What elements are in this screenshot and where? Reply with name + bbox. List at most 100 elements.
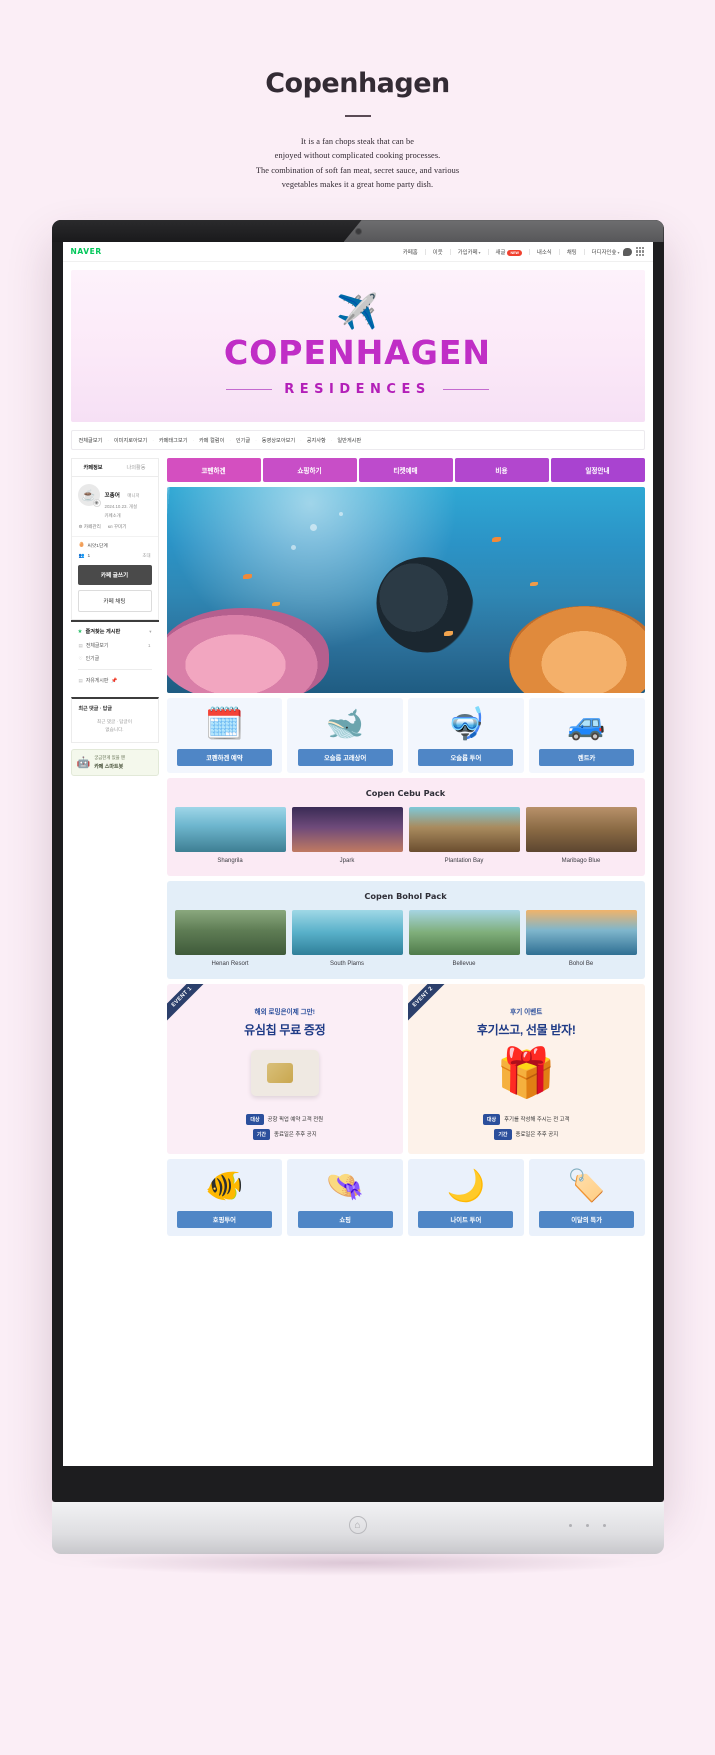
sidebar-tabs: 카페정보 나의활동 [71,459,158,478]
pack-caption: Plantation Bay [444,857,484,864]
tab-2[interactable]: 티켓예매 [358,458,453,483]
nav-separator: · [107,437,109,443]
hero-image[interactable] [166,487,645,694]
chevron-down-icon[interactable]: ▾ [149,629,151,635]
member-level-label: 씨앗1단계 [87,544,108,550]
smartbot-banner[interactable]: 🤖 궁금한게 있을 땐 카페 스마트봇 [70,748,159,776]
favorites-header[interactable]: ★ 즐겨찾는 게시판 ▾ [70,620,159,639]
sim-card-graphic [250,1049,319,1096]
bottom-card-1[interactable]: 👒 쇼핑 [287,1158,403,1237]
chat-icon[interactable] [622,247,632,256]
pack-item-1[interactable]: South Plams [291,909,403,967]
favorites-title: 즐겨찾는 게시판 [85,629,121,636]
cafe-chat-button[interactable]: 카페 채팅 [77,590,152,613]
quick-card-1[interactable]: 🐋 오슬롭 고래상어 [287,698,403,773]
recent-comments-empty: 최근 댓글 · 답글이 없습니다. [79,712,151,736]
sidebar-manage-link-0[interactable]: ⚙ 카페관리 [79,524,101,530]
home-button-icon[interactable]: ⌂ [348,1516,367,1535]
tab-3[interactable]: 비용 [454,458,549,483]
tab-1[interactable]: 쇼핑하기 [262,458,357,483]
title-divider [344,115,371,117]
recent-comments-title: 최근 댓글 · 답글 [78,706,112,713]
device-mockup: NAVER 카페홈 이웃 가입카페▾ 새글 NEW 내소식 채팅 더디자인숲▾ ✈️ COPE… [51,220,664,1577]
board-item-0[interactable]: ▤ 전체글보기 1 [71,639,159,652]
device-chin: ⌂ [51,1502,664,1555]
nav-separator: · [255,437,257,443]
pack-thumbnail [174,909,286,955]
pack-row: Shangrila Jpark Plantation Bay Maribago Blu… [174,806,637,864]
intro-description: It is a fan chops steak that can be enjoy… [0,135,715,192]
pack-caption: Shangrila [217,857,243,864]
pack-caption: Bellevue [452,960,476,967]
bottom-card-2[interactable]: 🌙 나이트 투어 [408,1158,524,1237]
menu-separator [528,248,530,255]
board-item-free[interactable]: ▤ 자유게시판 📌 [71,674,159,691]
sidebar-manage-link-1[interactable]: кл 꾸미기 [108,524,127,530]
cafe-nav-item-5[interactable]: 동영상모아보기 [262,437,295,444]
grid-menu-icon[interactable] [635,247,645,257]
bottom-card-0[interactable]: 🐠 호핑투어 [166,1158,283,1237]
pack-item-2[interactable]: Bellevue [408,909,520,967]
event-card-2[interactable]: EVENT 2 후기 이벤트 후기쓰고, 선물 받자! 🎁 대상 후기를 작성해 주시는 … [408,983,645,1154]
intro-section: Copenhagen It is a fan chops steak that … [0,0,715,192]
naver-menu-item-1[interactable]: 이웃 [433,248,443,256]
naver-menu-item-5[interactable]: 채팅 [567,248,577,256]
cafe-nav-item-0[interactable]: 전체글보기 [79,437,103,444]
naver-menu-item-0[interactable]: 카페홈 [403,248,418,256]
event-card-1[interactable]: EVENT 1 해외 로밍은이제 그만! 유심칩 무료 증정 대상 공항 픽업 예약 고… [166,983,403,1154]
avatar[interactable]: ☕ ◉ [77,484,101,508]
naver-logo[interactable]: NAVER [71,247,102,256]
cafe-nav-item-3[interactable]: 카페 컬럼이 [199,437,224,444]
pack-section-bohol: Copen Bohol Pack Henan Resort South Plams B… [166,880,645,979]
tab-0[interactable]: 코펜하겐 [166,458,261,483]
naver-menu-item-4[interactable]: 내소식 [537,248,552,256]
pack-item-3[interactable]: Maribago Blue [525,806,637,864]
nav-separator: · [300,437,302,443]
cafe-nav-item-2[interactable]: 카페태그보기 [159,437,188,444]
chevron-down-icon[interactable]: ▾ [479,250,481,255]
pack-item-3[interactable]: Bohol Be [525,909,637,967]
quick-card-2[interactable]: 🤿 오슬롭 투어 [408,698,524,773]
cafe-nav-item-4[interactable]: 인기글 [236,437,250,444]
naver-menu-item-2[interactable]: 가입카페▾ [458,248,481,256]
invite-link[interactable]: 초대 [142,553,150,559]
event-text: 공항 픽업 예약 고객 전원 [267,1117,324,1124]
event-ribbon: EVENT 2 [408,983,450,1024]
card-label: 쇼핑 [297,1211,393,1229]
members-icon: 👥 [78,553,85,559]
board-item-1[interactable]: ♡ 인기글 [71,652,159,665]
pack-title: Copen Bohol Pack [364,890,447,901]
event-detail-row-1: 기간 종료일은 추후 공지 [416,1128,637,1140]
cafe-nav-item-7[interactable]: 일반게시판 [337,437,361,444]
pack-item-0[interactable]: Henan Resort [174,909,286,967]
cafe-profile: ☕ ◉ 꼬총어 매니저 2024.10.23. 개설 카페소개 [72,477,158,524]
pack-item-1[interactable]: Jpark [291,806,403,864]
quick-card-3[interactable]: 🚙 렌트카 [528,698,645,773]
quick-card-0[interactable]: 🗓️ 코펜하겐 예약 [166,698,283,773]
event-title: 유심칩 무료 증정 [244,1022,326,1037]
bottom-card-3[interactable]: 🏷️ 이달의 특가 [528,1158,645,1237]
pack-item-2[interactable]: Plantation Bay [408,806,520,864]
card-label: 오슬롭 투어 [418,748,514,766]
pack-thumbnail [291,806,403,852]
tab-4[interactable]: 일정안내 [550,458,645,483]
recent-comments-panel: 최근 댓글 · 답글 최근 댓글 · 답글이 없습니다. [70,697,159,743]
event-text: 종료일은 추후 공지 [274,1132,317,1139]
profile-about-link[interactable]: 카페소개 [105,513,140,520]
intro-line: It is a fan chops steak that can be [300,137,415,146]
new-badge: NEW [507,249,522,256]
sidebar-tab-1[interactable]: 나의활동 [115,459,158,476]
card-icon: 🐠 [205,1167,244,1203]
card-label: 오슬롭 고래상어 [297,748,393,766]
cafe-nav-item-1[interactable]: 이미지로아보기 [114,437,147,444]
event-tag: 기간 [494,1128,512,1140]
device-shadow [73,1550,642,1577]
chevron-down-icon[interactable]: ▾ [617,250,619,255]
naver-menu-item-6[interactable]: 더디자인숲▾ [592,248,620,256]
pack-item-0[interactable]: Shangrila [174,806,286,864]
sidebar-tab-0[interactable]: 카페정보 [72,459,115,476]
cafe-nav-item-6[interactable]: 공지사항 [307,437,326,444]
menu-separator [583,248,585,255]
write-post-button[interactable]: 카페 글쓰기 [77,565,152,586]
naver-menu-item-3[interactable]: 새글 NEW [496,248,522,256]
